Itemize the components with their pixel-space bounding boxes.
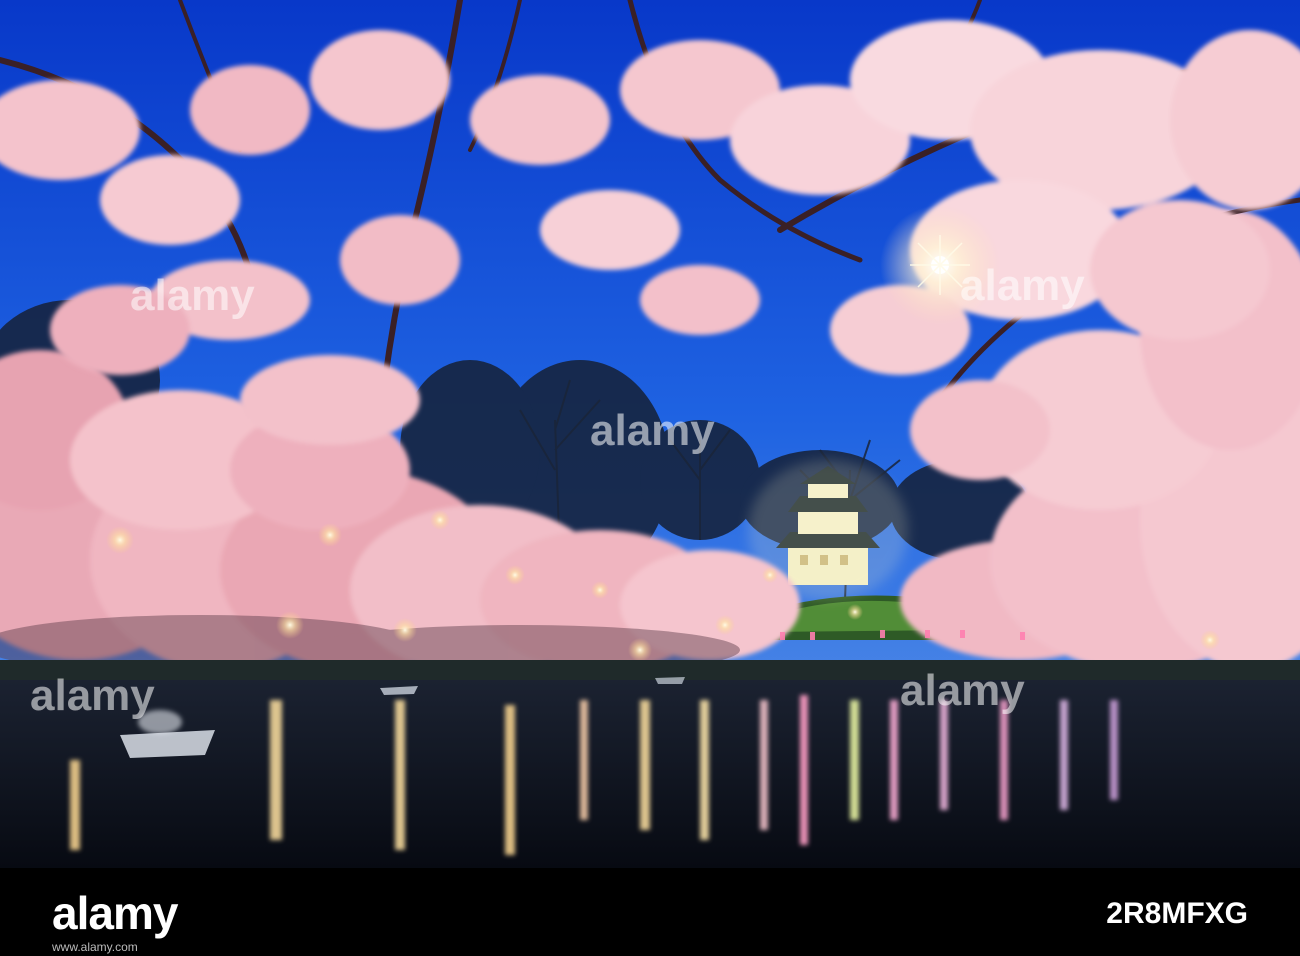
- cherry-blossom-castle-night-photo: [0, 0, 1300, 868]
- site-url[interactable]: www.alamy.com: [52, 940, 138, 954]
- brand-logo[interactable]: alamy: [52, 886, 178, 940]
- lamp-starburst: [880, 205, 1000, 325]
- stock-photo: alamy alamy alamy alamy alamy alamy 2R8M…: [0, 0, 1300, 956]
- image-id: 2R8MFXG: [1106, 897, 1248, 930]
- footer-bar: alamy 2R8MFXG www.alamy.com: [0, 868, 1300, 956]
